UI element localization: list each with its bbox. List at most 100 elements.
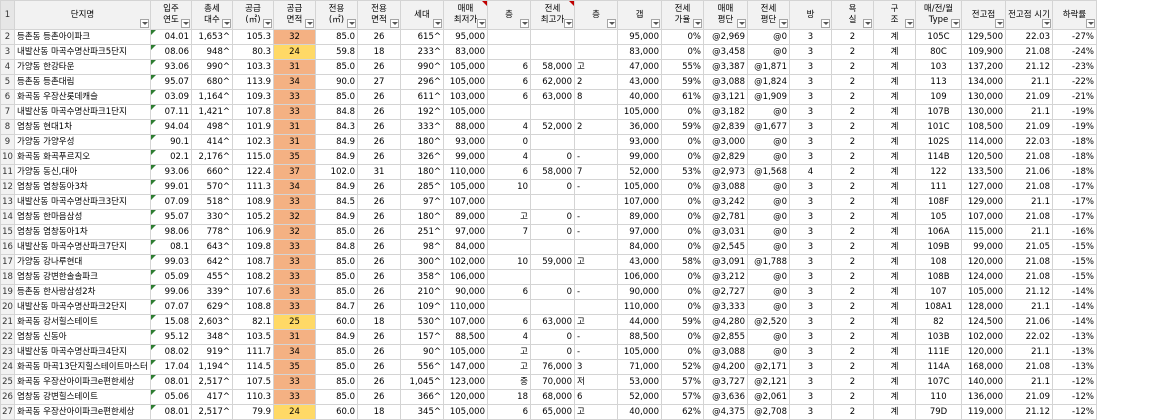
table-cell[interactable]: 2 [831, 284, 874, 300]
table-cell[interactable]: 107.8 [232, 104, 274, 120]
table-cell[interactable]: 08.01 [150, 404, 192, 420]
row-number[interactable]: 25 [0, 374, 15, 390]
table-cell[interactable]: 348^ [191, 329, 233, 345]
row-number[interactable]: 26 [0, 389, 15, 405]
table-cell[interactable]: 1,421^ [191, 104, 233, 120]
table-cell[interactable]: 21.08 [1005, 179, 1053, 195]
table-cell[interactable]: 97,000 [443, 224, 488, 240]
table-cell[interactable]: 26 [357, 284, 401, 300]
table-cell[interactable]: 296^ [400, 74, 444, 90]
table-cell[interactable]: 0% [661, 224, 704, 240]
table-cell[interactable]: 04.01 [150, 29, 192, 45]
table-cell[interactable]: 26 [357, 269, 401, 285]
table-cell[interactable]: 계 [873, 179, 916, 195]
table-cell[interactable]: -18% [1052, 149, 1097, 165]
table-cell[interactable]: 93.06 [150, 164, 192, 180]
table-cell[interactable]: 6 [487, 284, 531, 300]
table-cell[interactable]: 111 [915, 179, 962, 195]
table-cell[interactable]: -12% [1052, 374, 1097, 390]
table-cell[interactable] [487, 194, 531, 210]
table-cell[interactable]: 33 [273, 194, 316, 210]
filter-dropdown-icon[interactable] [433, 19, 442, 28]
table-cell[interactable]: 0% [661, 29, 704, 45]
table-cell[interactable]: 3 [574, 359, 618, 375]
table-cell[interactable]: 계 [873, 209, 916, 225]
table-cell[interactable] [574, 269, 618, 285]
column-header[interactable]: 구 조 [873, 0, 916, 30]
table-cell[interactable]: 계 [873, 89, 916, 105]
table-cell[interactable]: 107,000 [443, 314, 488, 330]
table-cell[interactable]: @0 [747, 134, 790, 150]
table-cell[interactable]: @0 [747, 284, 790, 300]
table-cell[interactable]: 85.0 [315, 269, 358, 285]
table-cell[interactable]: 455^ [191, 269, 233, 285]
table-cell[interactable]: @0 [747, 29, 790, 45]
table-cell[interactable] [487, 29, 531, 45]
table-cell[interactable]: @3,091 [703, 254, 748, 270]
table-cell[interactable]: 31 [273, 119, 316, 135]
table-cell[interactable]: 26 [357, 374, 401, 390]
row-number[interactable]: 19 [0, 284, 15, 300]
table-cell[interactable]: 염창동 현대1차 [14, 119, 151, 135]
table-cell[interactable]: 366^ [400, 389, 444, 405]
table-cell[interactable]: 계 [873, 104, 916, 120]
table-cell[interactable]: 21.1 [1005, 299, 1053, 315]
table-cell[interactable]: 84.5 [315, 194, 358, 210]
table-cell[interactable]: 1,653^ [191, 29, 233, 45]
table-cell[interactable]: 05.06 [150, 389, 192, 405]
table-cell[interactable]: 108A1 [915, 299, 962, 315]
table-cell[interactable]: 108B [915, 269, 962, 285]
table-cell[interactable]: 21.08 [1005, 44, 1053, 60]
table-cell[interactable]: -27% [1052, 29, 1097, 45]
table-cell[interactable]: 85.0 [315, 224, 358, 240]
table-cell[interactable]: 염창동 한마음삼성 [14, 209, 151, 225]
table-cell[interactable]: -14% [1052, 284, 1097, 300]
table-cell[interactable]: @1,568 [747, 164, 790, 180]
table-cell[interactable]: 2 [831, 104, 874, 120]
table-cell[interactable]: 90^ [400, 344, 444, 360]
table-cell[interactable]: 26 [357, 299, 401, 315]
table-cell[interactable]: 84,000 [617, 239, 662, 255]
table-cell[interactable]: 103.3 [232, 59, 274, 75]
table-cell[interactable]: 570^ [191, 179, 233, 195]
table-cell[interactable]: 105,000 [443, 59, 488, 75]
table-cell[interactable]: 2 [831, 134, 874, 150]
table-cell[interactable] [530, 134, 575, 150]
table-cell[interactable]: 4 [789, 164, 832, 180]
table-cell[interactable]: 192^ [400, 104, 444, 120]
table-cell[interactable]: 137,200 [961, 59, 1006, 75]
table-cell[interactable]: -15% [1052, 254, 1097, 270]
table-cell[interactable]: 114,000 [961, 134, 1006, 150]
table-cell[interactable]: 88,500 [443, 329, 488, 345]
filter-dropdown-icon[interactable] [390, 19, 399, 28]
table-cell[interactable]: 계 [873, 329, 916, 345]
table-cell[interactable]: @1,909 [747, 89, 790, 105]
table-cell[interactable]: 25 [273, 314, 316, 330]
table-cell[interactable]: @4,200 [703, 359, 748, 375]
table-cell[interactable]: 106.9 [232, 224, 274, 240]
table-cell[interactable]: 105,000 [617, 344, 662, 360]
table-cell[interactable]: 계 [873, 224, 916, 240]
table-cell[interactable]: 33 [273, 269, 316, 285]
table-cell[interactable]: 계 [873, 29, 916, 45]
table-cell[interactable]: 89,000 [443, 209, 488, 225]
table-cell[interactable]: 88,000 [443, 119, 488, 135]
table-cell[interactable]: 102,000 [961, 329, 1006, 345]
table-cell[interactable]: 33 [273, 389, 316, 405]
table-cell[interactable]: 가양동 한강타운 [14, 59, 151, 75]
column-header[interactable]: 세대 [400, 0, 444, 30]
table-cell[interactable]: - [574, 224, 618, 240]
table-cell[interactable]: 2 [831, 314, 874, 330]
table-cell[interactable]: 82 [915, 314, 962, 330]
filter-dropdown-icon[interactable] [181, 19, 190, 28]
table-cell[interactable]: @0 [747, 299, 790, 315]
table-cell[interactable]: 3 [789, 119, 832, 135]
table-cell[interactable]: 111.7 [232, 344, 274, 360]
table-cell[interactable]: 59% [661, 74, 704, 90]
table-cell[interactable]: 21.08 [1005, 149, 1053, 165]
table-cell[interactable]: 가양동 가양우성 [14, 134, 151, 150]
table-cell[interactable]: 518^ [191, 194, 233, 210]
table-cell[interactable]: 2 [831, 269, 874, 285]
filter-dropdown-icon[interactable] [779, 19, 788, 28]
table-cell[interactable]: 고 [487, 344, 531, 360]
